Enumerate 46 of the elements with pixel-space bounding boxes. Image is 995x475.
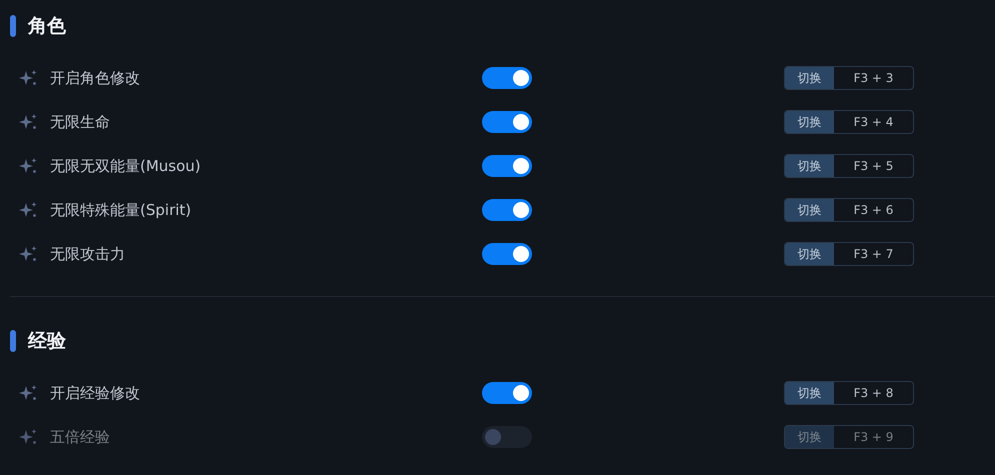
sparkle-icon xyxy=(18,383,38,403)
sparkle-icon xyxy=(18,200,38,220)
toggle-action-label: 切换 xyxy=(785,67,834,89)
hotkey-text: F3 + 6 xyxy=(852,202,894,219)
toggle-switch[interactable] xyxy=(482,243,532,265)
hotkey-text: F3 + 3 xyxy=(852,70,894,87)
hotkey-text: F3 + 9 xyxy=(852,429,894,446)
option-label: 无限特殊能量(Spirit) xyxy=(49,200,192,220)
toggle-switch[interactable] xyxy=(482,111,532,133)
sparkle-icon xyxy=(18,427,38,447)
option-label: 无限无双能量(Musou) xyxy=(49,156,202,176)
section-marker xyxy=(10,330,16,352)
sparkle-icon xyxy=(18,112,38,132)
toggle-action-label: 切换 xyxy=(785,243,834,265)
hotkey-control[interactable]: 切换 F3 + 4 xyxy=(784,110,914,134)
option-label: 五倍经验 xyxy=(49,428,111,446)
hotkey-text: F3 + 4 xyxy=(852,114,894,131)
toggle-action-label: 切换 xyxy=(785,155,834,177)
toggle-action-label: 切换 xyxy=(785,199,834,221)
hotkey-control[interactable]: 切换 F3 + 9 xyxy=(784,425,914,449)
toggle-switch[interactable] xyxy=(482,67,532,89)
section-title: 经验 xyxy=(28,329,66,354)
hotkey-text: F3 + 8 xyxy=(852,385,894,402)
sparkle-icon xyxy=(18,68,38,88)
toggle-switch[interactable] xyxy=(482,382,532,404)
hotkey-control[interactable]: 切换 F3 + 3 xyxy=(784,66,914,90)
hotkey-control[interactable]: 切换 F3 + 6 xyxy=(784,198,914,222)
section-marker xyxy=(10,15,16,37)
option-label: 开启角色修改 xyxy=(49,68,141,88)
hotkey-control[interactable]: 切换 F3 + 8 xyxy=(784,381,914,405)
toggle-switch[interactable] xyxy=(482,155,532,177)
toggle-switch[interactable] xyxy=(482,426,532,448)
toggle-action-label: 切换 xyxy=(785,426,834,448)
option-label: 开启经验修改 xyxy=(49,384,141,402)
toggle-switch[interactable] xyxy=(482,199,532,221)
sparkle-icon xyxy=(18,244,38,264)
toggle-action-label: 切换 xyxy=(785,111,834,133)
sparkle-icon xyxy=(18,156,38,176)
hotkey-control[interactable]: 切换 F3 + 7 xyxy=(784,242,914,266)
toggle-action-label: 切换 xyxy=(785,382,834,404)
option-label: 无限攻击力 xyxy=(49,244,126,264)
hotkey-text: F3 + 7 xyxy=(852,246,894,263)
hotkey-text: F3 + 5 xyxy=(852,158,894,175)
option-label: 无限生命 xyxy=(49,112,111,132)
hotkey-control[interactable]: 切换 F3 + 5 xyxy=(784,154,914,178)
section-title: 角色 xyxy=(28,14,66,39)
